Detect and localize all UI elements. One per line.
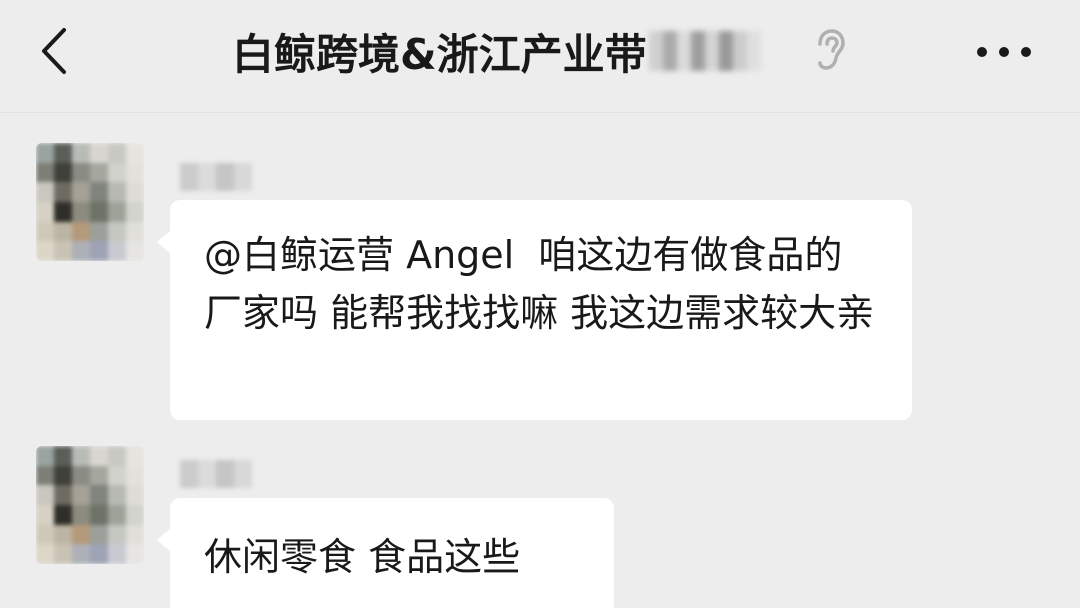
ear-icon — [812, 28, 848, 72]
back-button[interactable] — [30, 24, 80, 78]
chat-header: 白鲸跨境&浙江产业带 — [0, 0, 1080, 113]
message-bubble[interactable]: @白鲸运营 Angel 咱这边有做食品的厂家吗 能帮我找找嘛 我这边需求较大亲 — [157, 200, 912, 420]
more-dots-icon — [977, 47, 1031, 57]
avatar-obscured — [36, 446, 144, 564]
avatar[interactable] — [36, 143, 144, 261]
avatar-obscured — [36, 143, 144, 261]
chevron-left-icon — [42, 28, 66, 74]
chat-title-text: 白鲸跨境&浙江产业带 — [232, 29, 647, 79]
message-text: @白鲸运营 Angel 咱这边有做食品的厂家吗 能帮我找找嘛 我这边需求较大亲 — [204, 233, 875, 335]
sender-name-obscured — [180, 460, 252, 488]
message-text: 休闲零食 食品这些 — [204, 535, 521, 579]
chat-title: 白鲸跨境&浙江产业带 — [232, 20, 761, 82]
more-button[interactable] — [972, 30, 1036, 74]
message-bubble[interactable]: 休闲零食 食品这些 — [157, 498, 614, 608]
avatar[interactable] — [36, 446, 144, 564]
chat-screen: 白鲸跨境&浙江产业带 @白鲸运营 Angel 咱这边有做食品的厂家吗 能帮我找找… — [0, 0, 1080, 608]
sender-name-obscured — [180, 163, 252, 191]
obscured-title-suffix — [648, 31, 761, 71]
